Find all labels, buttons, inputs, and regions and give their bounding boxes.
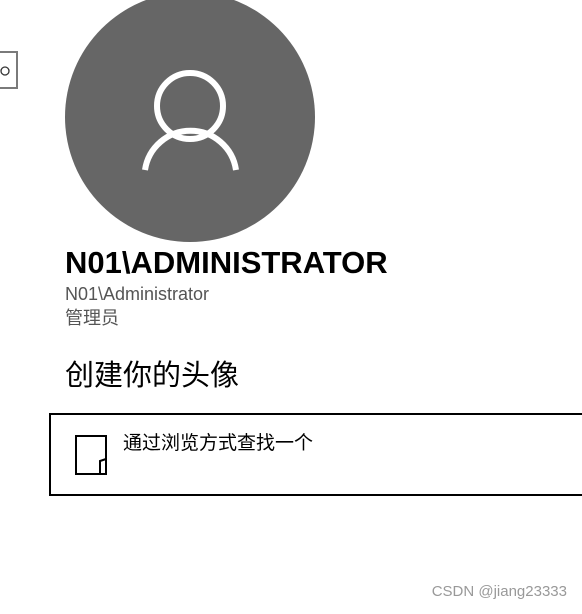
- browse-option-label: 通过浏览方式查找一个: [123, 433, 314, 454]
- file-icon: [75, 435, 107, 475]
- browse-for-picture-button[interactable]: 通过浏览方式查找一个: [49, 413, 582, 496]
- avatar: [65, 0, 315, 242]
- user-account-name: N01\Administrator: [65, 284, 210, 304]
- user-role: 管理员: [65, 308, 119, 328]
- circle-icon: [0, 66, 10, 76]
- create-avatar-heading: 创建你的头像: [65, 360, 240, 392]
- watermark: CSDN @jiang23333: [431, 583, 567, 600]
- person-icon: [142, 70, 239, 171]
- side-control[interactable]: [0, 51, 18, 89]
- user-display-name: N01\ADMINISTRATOR: [65, 245, 388, 280]
